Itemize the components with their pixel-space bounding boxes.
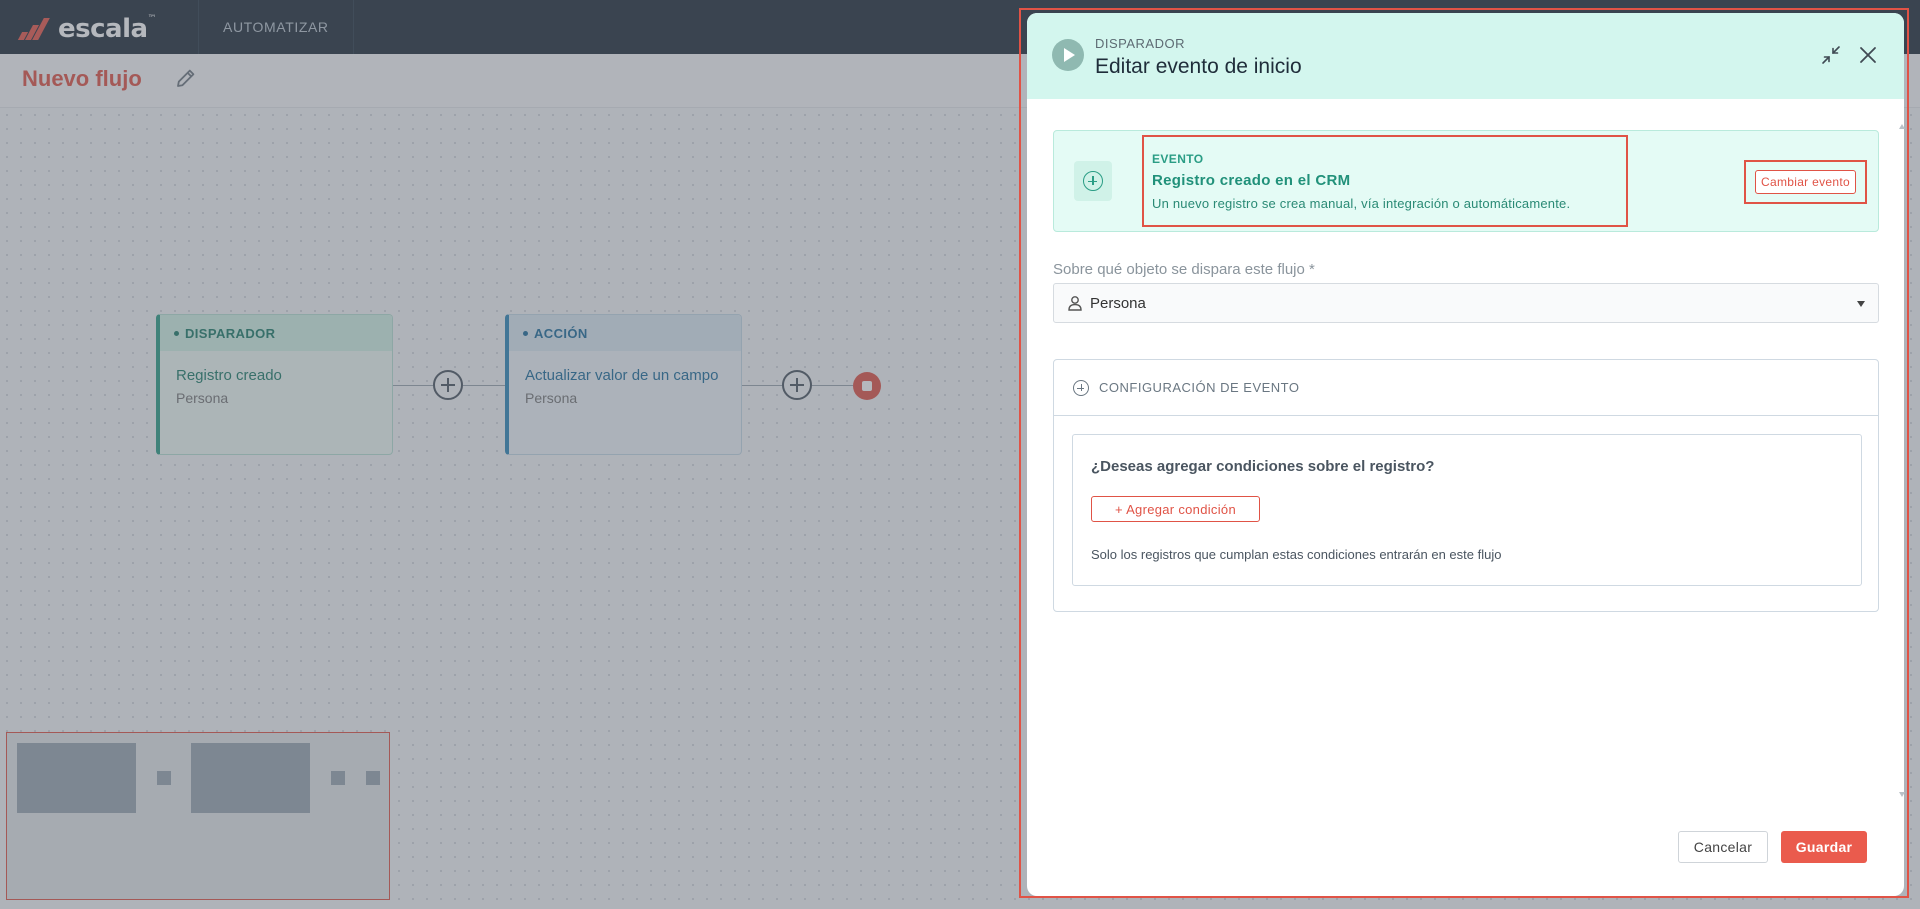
event-label: EVENTO [1152,152,1204,166]
event-config-panel: CONFIGURACIÓN DE EVENTO ¿Deseas agregar … [1053,359,1879,612]
expand-plus-icon [1073,380,1089,396]
event-card: EVENTO Registro creado en el CRM Un nuev… [1053,130,1879,232]
modal-title: Editar evento de inicio [1095,55,1302,78]
event-config-header[interactable]: CONFIGURACIÓN DE EVENTO [1054,360,1878,416]
object-field-label: Sobre qué objeto se dispara este flujo * [1053,261,1315,278]
play-icon [1052,39,1084,71]
conditions-box: ¿Deseas agregar condiciones sobre el reg… [1072,434,1862,586]
conditions-help-text: Solo los registros que cumplan estas con… [1091,547,1502,562]
person-icon [1068,296,1082,311]
cancel-button[interactable]: Cancelar [1678,831,1768,863]
event-add-icon[interactable] [1074,161,1112,201]
change-event-button[interactable]: Cambiar evento [1755,170,1856,194]
edit-trigger-modal: DISPARADOR Editar evento de inicio EVENT… [1027,13,1904,896]
add-condition-button[interactable]: + Agregar condición [1091,496,1260,522]
close-icon[interactable] [1857,44,1879,66]
event-description: Un nuevo registro se crea manual, vía in… [1152,196,1571,211]
object-select-value: Persona [1090,295,1146,312]
chevron-down-icon [1857,301,1865,307]
save-button[interactable]: Guardar [1781,831,1867,863]
conditions-question: ¿Deseas agregar condiciones sobre el reg… [1091,458,1435,475]
change-event-highlight: Cambiar evento [1744,160,1867,204]
event-text-highlight: EVENTO Registro creado en el CRM Un nuev… [1142,135,1628,227]
modal-kicker: DISPARADOR [1095,36,1185,51]
modal-header: DISPARADOR Editar evento de inicio [1027,13,1904,99]
scroll-down-arrow-icon[interactable] [1899,792,1905,797]
event-config-title: CONFIGURACIÓN DE EVENTO [1099,380,1300,395]
scroll-up-arrow-icon[interactable] [1899,124,1905,129]
minimize-icon[interactable] [1820,44,1842,66]
object-select[interactable]: Persona [1053,283,1879,323]
event-name: Registro creado en el CRM [1152,172,1351,189]
